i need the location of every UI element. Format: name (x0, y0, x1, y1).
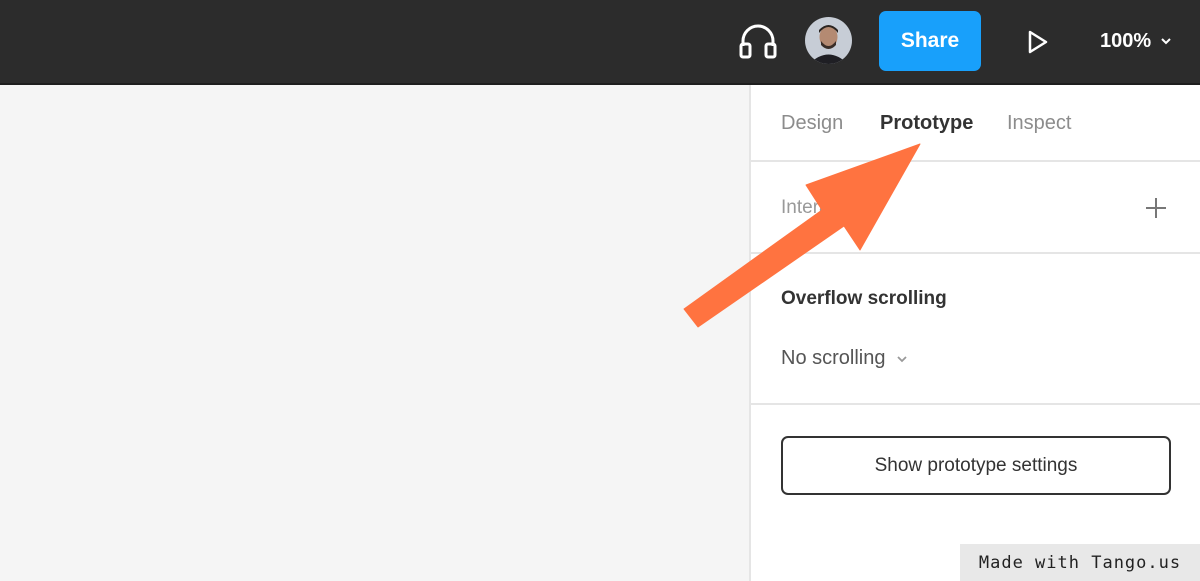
chevron-down-icon (1161, 38, 1171, 45)
show-prototype-settings-button[interactable]: Show prototype settings (781, 436, 1171, 495)
interactions-label: Interactions (781, 197, 880, 218)
plus-icon (1146, 198, 1166, 218)
overflow-scrolling-dropdown[interactable]: No scrolling (781, 347, 909, 370)
avatar[interactable] (805, 17, 852, 64)
add-interaction-button[interactable] (1141, 193, 1171, 223)
tab-design[interactable]: Design (781, 112, 843, 135)
divider (751, 252, 1200, 254)
zoom-dropdown[interactable]: 100% (1100, 24, 1173, 58)
overflow-scrolling-title: Overflow scrolling (781, 288, 947, 309)
properties-panel: Design Prototype Inspect Interactions Ov… (749, 85, 1200, 581)
tab-inspect[interactable]: Inspect (1007, 112, 1071, 135)
divider (751, 403, 1200, 405)
tab-prototype[interactable]: Prototype (880, 112, 973, 135)
canvas[interactable] (0, 85, 749, 581)
top-toolbar: Share 100% (0, 0, 1200, 83)
chevron-down-icon (897, 355, 908, 362)
zoom-level: 100% (1100, 29, 1152, 52)
play-icon[interactable] (1022, 27, 1052, 57)
headphones-icon[interactable] (737, 20, 779, 62)
overflow-scrolling-value: No scrolling (781, 347, 886, 369)
divider (751, 160, 1200, 162)
watermark: Made with Tango.us (960, 544, 1200, 581)
share-button[interactable]: Share (879, 11, 981, 71)
